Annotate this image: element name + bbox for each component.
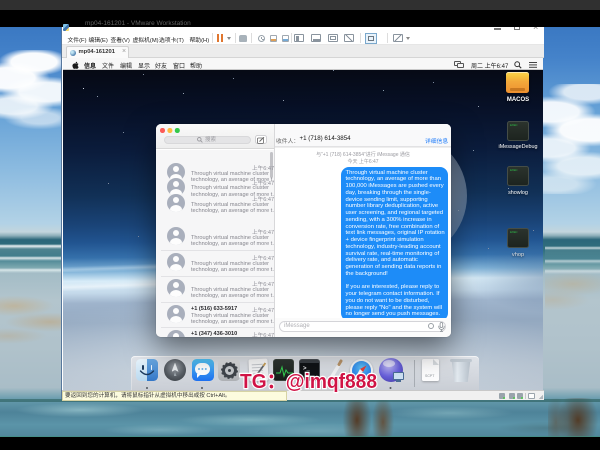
svg-text:TG：@imqf888: TG：@imqf888 xyxy=(240,370,377,393)
